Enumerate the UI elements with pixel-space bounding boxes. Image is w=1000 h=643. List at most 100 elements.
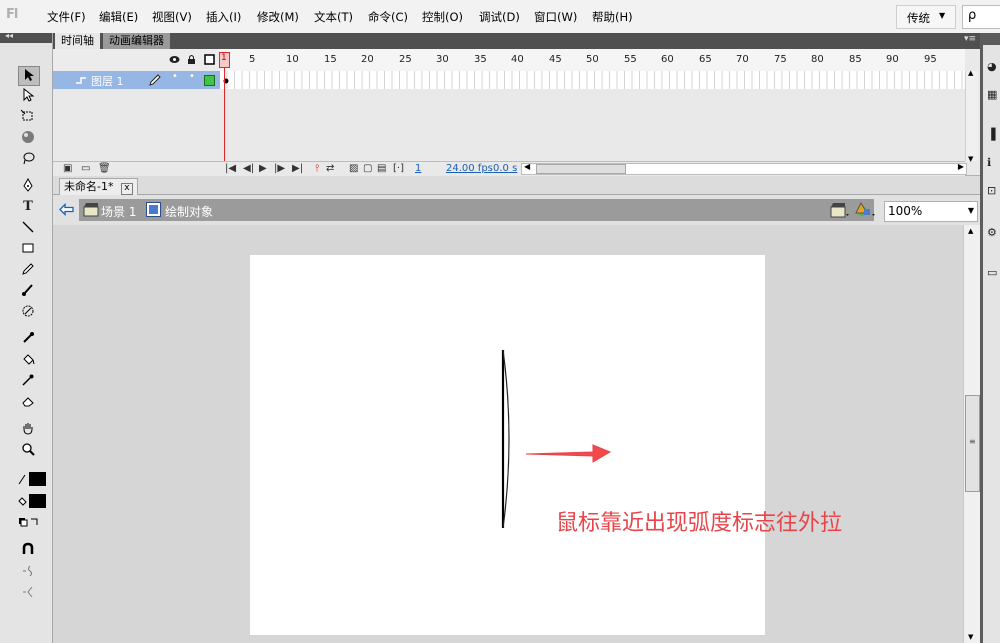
swap-colors-icon[interactable] (18, 514, 38, 532)
fill-color-icon[interactable] (18, 492, 46, 510)
info-panel-icon[interactable]: ℹ (987, 157, 999, 169)
snap-to-objects-icon[interactable] (18, 541, 38, 559)
timeline-scroll-thumb[interactable] (536, 164, 626, 174)
scroll-down-icon[interactable]: ▼ (968, 633, 973, 641)
back-arrow-icon[interactable] (59, 203, 74, 216)
layer-frames-row[interactable] (220, 71, 965, 89)
frames-area (220, 89, 965, 161)
scroll-up-icon[interactable]: ▲ (968, 227, 973, 235)
collapse-icon[interactable]: ◂◂ (5, 31, 13, 40)
breadcrumb-drawing-object[interactable]: 绘制对象 (165, 203, 213, 220)
lock-icon[interactable] (187, 54, 196, 65)
stage-scroll-thumb[interactable]: ≡ (965, 395, 980, 492)
text-tool-icon[interactable]: T (18, 198, 38, 216)
scroll-left-icon[interactable]: ◀ (524, 162, 530, 171)
edit-symbol-icon[interactable] (855, 201, 877, 219)
help-search-input[interactable]: ρ (962, 5, 1000, 29)
layer-name[interactable]: 图层 1 (91, 73, 124, 89)
3d-rotation-tool-icon[interactable] (18, 129, 38, 147)
deco-tool-icon[interactable] (18, 303, 38, 321)
outline-icon[interactable] (204, 54, 215, 65)
timeline-vertical-scrollbar[interactable]: ▲ ▼ (965, 69, 978, 163)
timeline-horizontal-scrollbar[interactable]: ◀ ▶ (521, 162, 967, 175)
menu-insert[interactable]: 插入(I) (206, 9, 241, 25)
pen-tool-icon[interactable] (18, 177, 38, 195)
menu-text[interactable]: 文本(T) (314, 9, 353, 25)
onion-skin-icon[interactable]: ▨ (349, 162, 358, 176)
line-tool-icon[interactable] (18, 219, 38, 237)
rectangle-tool-icon[interactable] (18, 240, 38, 258)
new-layer-icon[interactable]: ▣ (63, 162, 72, 176)
frame-ruler[interactable]: 5 10 15 20 25 30 35 40 45 50 55 60 65 70… (220, 49, 965, 72)
close-icon[interactable]: x (120, 183, 133, 195)
straighten-icon[interactable] (18, 584, 38, 602)
ruler-label: 5 (249, 54, 256, 65)
eraser-tool-icon[interactable] (18, 393, 38, 411)
selection-tool-icon[interactable] (18, 66, 40, 86)
bone-tool-icon[interactable] (18, 330, 38, 348)
menu-control[interactable]: 控制(O) (422, 9, 463, 25)
panel-menu-icon[interactable]: ▾≡ (964, 34, 976, 44)
step-forward-icon[interactable]: |▶ (274, 162, 285, 176)
go-to-first-frame-icon[interactable]: |◀ (225, 162, 236, 176)
eyedropper-tool-icon[interactable] (18, 372, 38, 390)
layer-row[interactable]: 图层 1 • • (53, 71, 220, 89)
breadcrumb-scene[interactable]: 场景 1 (101, 203, 136, 220)
menu-view[interactable]: 视图(V) (152, 9, 192, 25)
modify-onion-markers-icon[interactable]: [·] (393, 162, 404, 176)
step-back-icon[interactable]: ◀| (243, 162, 254, 176)
delete-layer-icon[interactable]: 🗑 (98, 162, 111, 176)
stroke-color-icon[interactable] (18, 470, 46, 488)
zoom-tool-icon[interactable] (18, 441, 38, 459)
paint-bucket-tool-icon[interactable] (18, 351, 38, 369)
stage[interactable] (250, 255, 765, 635)
edit-multiple-frames-icon[interactable]: ▤ (377, 162, 386, 176)
properties-panel-icon[interactable]: ▭ (987, 267, 999, 279)
menu-commands[interactable]: 命令(C) (368, 9, 408, 25)
ruler-label: 85 (849, 54, 862, 65)
menu-modify[interactable]: 修改(M) (257, 9, 299, 25)
eye-icon[interactable] (169, 55, 180, 64)
lasso-tool-icon[interactable] (18, 150, 38, 168)
hand-tool-icon[interactable] (18, 420, 38, 438)
scroll-right-icon[interactable]: ▶ (958, 162, 964, 171)
playhead[interactable]: 1 (219, 52, 230, 68)
menu-help[interactable]: 帮助(H) (592, 9, 633, 25)
new-folder-icon[interactable]: ▭ (81, 162, 90, 176)
zoom-select[interactable]: 100% ▼ (884, 201, 978, 222)
color-panel-icon[interactable]: ◕ (987, 61, 999, 73)
layer-lock-dot[interactable]: • (189, 71, 195, 82)
loop-icon[interactable]: ⇄ (326, 162, 334, 176)
free-transform-tool-icon[interactable] (18, 108, 38, 126)
transform-panel-icon[interactable]: ⊡ (987, 185, 999, 197)
menu-file[interactable]: 文件(F) (47, 9, 86, 25)
go-to-last-frame-icon[interactable]: ▶| (292, 162, 303, 176)
onion-skin-outlines-icon[interactable]: ▢ (363, 162, 372, 176)
menu-edit[interactable]: 编辑(E) (99, 9, 138, 25)
subselection-tool-icon[interactable] (18, 87, 38, 105)
frame-rate[interactable]: 24.00 fps (446, 162, 493, 176)
align-panel-icon[interactable]: ▐ (987, 129, 999, 141)
menu-window[interactable]: 窗口(W) (534, 9, 577, 25)
pencil-tool-icon[interactable] (18, 261, 38, 279)
layer-visibility-dot[interactable]: • (172, 71, 178, 82)
smooth-icon[interactable] (18, 563, 38, 581)
center-frame-icon[interactable]: ⫯ (315, 162, 319, 176)
scroll-up-icon[interactable]: ▲ (968, 69, 973, 77)
tools-panel-header[interactable]: ◂◂ (0, 31, 52, 43)
tab-timeline[interactable]: 时间轴 (55, 33, 100, 49)
swatches-panel-icon[interactable]: ▦ (987, 89, 999, 101)
workspace-switcher[interactable]: 传统 ▼ (896, 5, 956, 29)
current-frame[interactable]: 1 (415, 162, 421, 176)
scroll-down-icon[interactable]: ▼ (968, 155, 973, 163)
menu-debug[interactable]: 调试(D) (479, 9, 520, 25)
document-tab[interactable]: 未命名-1* x (59, 178, 138, 195)
ruler-label: 55 (624, 54, 637, 65)
brush-tool-icon[interactable] (18, 282, 38, 300)
stage-vertical-scrollbar[interactable]: ▲ ≡ ▼ (963, 225, 981, 643)
components-panel-icon[interactable]: ⚙ (987, 227, 999, 239)
layer-outline-color-icon[interactable] (204, 75, 215, 86)
tab-motion-editor[interactable]: 动画编辑器 (103, 33, 170, 49)
play-icon[interactable]: ▶ (259, 162, 267, 176)
edit-scene-icon[interactable] (830, 201, 850, 219)
